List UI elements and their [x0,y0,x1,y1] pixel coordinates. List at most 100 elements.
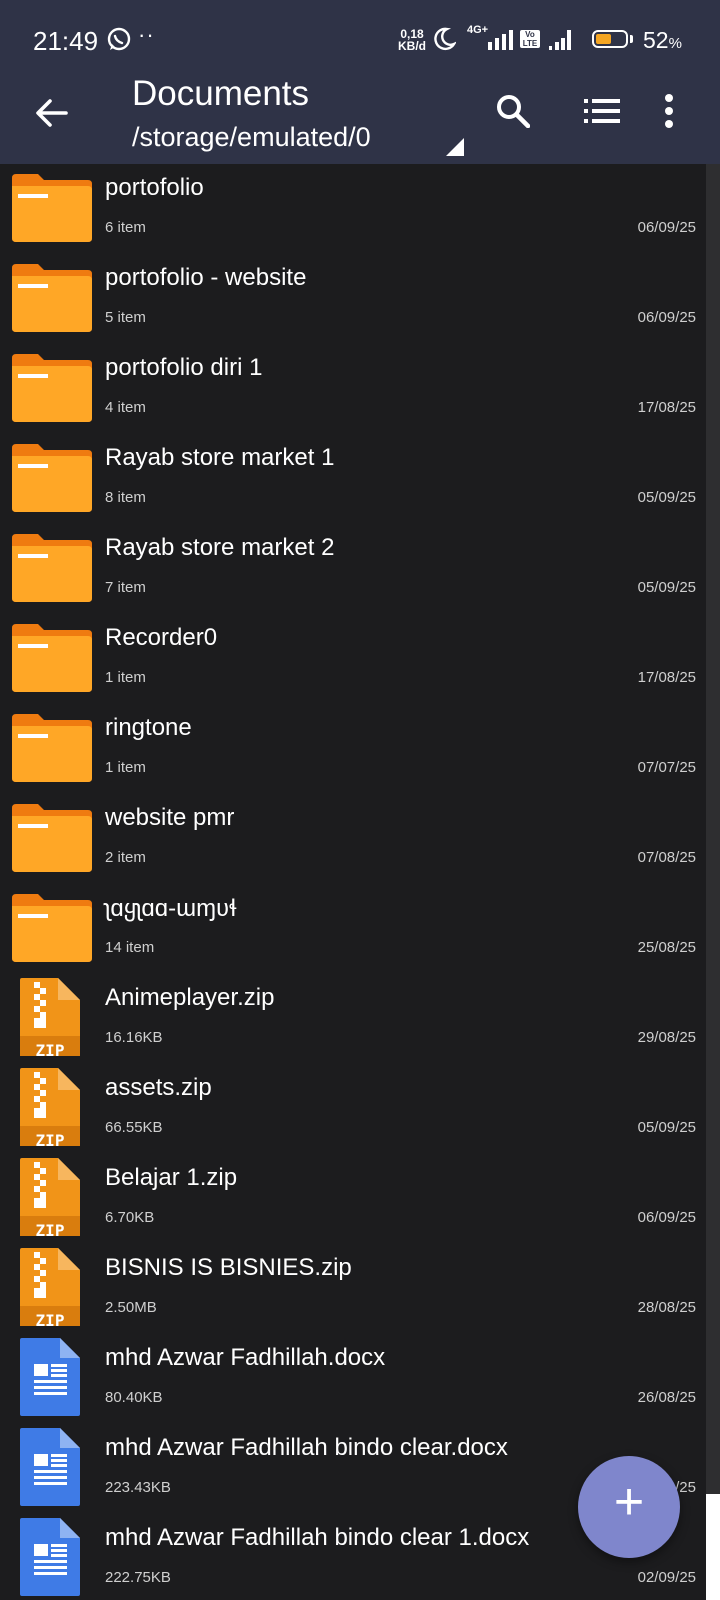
volte-icon: Vo LTE [520,30,540,48]
file-name: mhd Azwar Fadhillah bindo clear.docx [105,1434,508,1461]
folder-icon [12,892,92,962]
modified-date: 07/08/25 [637,849,696,866]
file-name: portofolio [105,174,204,201]
item-count: 1 item [105,669,146,686]
battery-percent-value: 52 [643,27,669,53]
folder-row[interactable]: Rayab store market 1 8 item 05/09/25 [0,434,706,524]
file-size: 2.50MB [105,1299,157,1316]
battery-fill [596,34,611,44]
folder-row[interactable]: portofolio diri 1 4 item 17/08/25 [0,344,706,434]
folder-row[interactable]: ʅɑყʅɑɑ-ɯɱʋɬ 14 item 25/08/25 [0,884,706,974]
file-name: assets.zip [105,1074,212,1101]
modified-date: 05/09/25 [637,1119,696,1136]
modified-date: 07/07/25 [637,759,696,776]
status-bar: 21:49 ·· 0,18 KB/d 4G+ Vo LTE 52% [0,0,720,80]
net-speed-unit: KB/d [398,39,426,53]
modified-date: 02/09/25 [637,1569,696,1586]
folder-icon [12,802,92,872]
modified-date: 06/09/25 [637,219,696,236]
item-count: 5 item [105,309,146,326]
page-title: Documents [132,74,310,113]
folder-row[interactable]: portofolio 6 item 06/09/25 [0,164,706,254]
modified-date: 26/08/25 [637,1389,696,1406]
zip-label: ZIP [35,1131,65,1150]
modified-date: 17/08/25 [637,669,696,686]
plus-icon: + [613,1473,645,1531]
folder-row[interactable]: website pmr 2 item 07/08/25 [0,794,706,884]
item-count: 1 item [105,759,146,776]
folder-row[interactable]: Rayab store market 2 7 item 05/09/25 [0,524,706,614]
add-button[interactable]: + [578,1456,680,1558]
network-speed: 0,18 KB/d [398,28,426,52]
folder-icon [12,532,92,602]
zip-file-icon: ZIP [12,978,92,1060]
view-mode-button[interactable] [584,98,620,129]
folder-icon [12,172,92,242]
file-name: portofolio diri 1 [105,354,263,381]
file-row[interactable]: ZIP assets.zip 66.55KB 05/09/25 [0,1064,706,1154]
file-name: Animeplayer.zip [105,984,275,1011]
modified-date: 05/09/25 [637,489,696,506]
folder-icon [12,712,92,782]
file-name: Recorder0 [105,624,218,651]
storage-path[interactable]: /storage/emulated/0 [132,122,371,153]
item-count: 6 item [105,219,146,236]
zip-label: ZIP [35,1221,65,1240]
modified-date: 06/09/25 [637,309,696,326]
file-size: 80.40KB [105,1389,163,1406]
file-size: 6.70KB [105,1209,155,1226]
file-name: mhd Azwar Fadhillah bindo clear 1.docx [105,1524,530,1551]
folder-icon [12,622,92,692]
zip-file-icon: ZIP [12,1068,92,1150]
search-button[interactable] [496,94,531,133]
more-vert-icon [665,94,673,128]
search-icon [497,95,531,129]
item-count: 14 item [105,939,155,956]
modified-date: 25/08/25 [637,939,696,956]
file-row[interactable]: ZIP Animeplayer.zip 16.16KB 29/08/25 [0,974,706,1064]
folder-icon [12,442,92,512]
file-size: 222.75KB [105,1569,171,1586]
path-dropdown-icon[interactable] [446,138,464,156]
scrollbar[interactable] [706,164,720,1494]
folder-row[interactable]: Recorder0 1 item 17/08/25 [0,614,706,704]
app-bar: 21:49 ·· 0,18 KB/d 4G+ Vo LTE 52% Docume… [0,0,720,164]
file-row[interactable]: mhd Azwar Fadhillah.docx 80.40KB 26/08/25 [0,1334,706,1424]
zip-label: ZIP [35,1041,65,1060]
file-row[interactable]: ZIP Belajar 1.zip 6.70KB 06/09/25 [0,1154,706,1244]
file-name: website pmr [105,804,235,831]
scrollbar-end [706,1494,720,1600]
more-options-button[interactable] [664,94,674,133]
network-type: 4G+ [467,24,489,36]
modified-date: 06/09/25 [637,1209,696,1226]
item-count: 7 item [105,579,146,596]
file-name: Rayab store market 1 [105,444,335,471]
item-count: 2 item [105,849,146,866]
file-row[interactable]: ZIP BISNIS IS BISNIES.zip 2.50MB 28/08/25 [0,1244,706,1334]
folder-icon [12,262,92,332]
list-view-icon [584,99,620,123]
modified-date: 05/09/25 [637,579,696,596]
volte-bottom: LTE [522,39,538,48]
file-list[interactable]: portofolio 6 item 06/09/25 portofolio - web… [0,164,706,1600]
docx-file-icon [12,1428,92,1506]
modified-date: 17/08/25 [637,399,696,416]
item-count: 8 item [105,489,146,506]
battery-tip [630,35,633,43]
docx-file-icon [12,1518,92,1596]
file-name: ringtone [105,714,192,741]
battery-percent: 52% [643,27,682,54]
docx-file-icon [12,1338,92,1416]
folder-row[interactable]: ringtone 1 item 07/07/25 [0,704,706,794]
folder-row[interactable]: portofolio - website 5 item 06/09/25 [0,254,706,344]
zip-file-icon: ZIP [12,1248,92,1330]
file-name: mhd Azwar Fadhillah.docx [105,1344,386,1371]
zip-label: ZIP [35,1311,65,1330]
file-name: BISNIS IS BISNIES.zip [105,1254,352,1281]
file-name: portofolio - website [105,264,307,291]
notification-dots: ·· [138,22,155,47]
back-button[interactable] [30,92,72,134]
whatsapp-icon [106,26,132,57]
battery-percent-unit: % [668,35,682,52]
volte-top: Vo [525,30,535,39]
